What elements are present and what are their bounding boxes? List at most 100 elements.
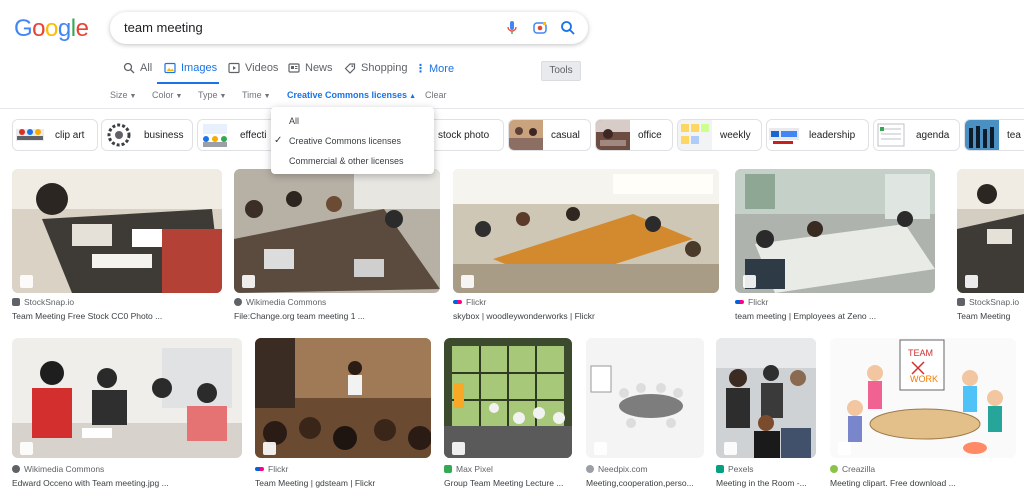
- result-image[interactable]: [12, 338, 242, 458]
- result-image[interactable]: TEAM WORK: [830, 338, 1016, 458]
- chip-team[interactable]: tea: [964, 119, 1024, 151]
- result-image[interactable]: [716, 338, 816, 458]
- image-result[interactable]: Max Pixel Group Team Meeting Lecture ...: [444, 338, 572, 493]
- image-result[interactable]: StockSnap.io Team Meeting: [957, 169, 1024, 324]
- source-label: Flickr: [466, 297, 487, 307]
- tab-label: Videos: [245, 62, 279, 74]
- chip-thumbnail: [678, 120, 712, 150]
- search-input[interactable]: team meeting: [124, 20, 203, 35]
- chip-effective[interactable]: effecti: [197, 119, 279, 151]
- time-filter[interactable]: Time ▼: [242, 90, 271, 100]
- result-title[interactable]: File:Change.org team meeting 1 ...: [234, 311, 440, 321]
- tools-button[interactable]: Tools: [541, 61, 581, 81]
- result-image[interactable]: [12, 169, 222, 293]
- image-result[interactable]: Flickr team meeting | Employees at Zeno …: [735, 169, 945, 324]
- result-title[interactable]: Team Meeting | gdsteam | Flickr: [255, 478, 431, 488]
- image-result[interactable]: Pexels Meeting in the Room -...: [716, 338, 816, 493]
- result-image[interactable]: [234, 169, 440, 293]
- image-badge-icon: [20, 275, 33, 288]
- license-filter[interactable]: Creative Commons licenses ▲: [287, 90, 416, 100]
- result-image[interactable]: [255, 338, 431, 458]
- license-option-commercial[interactable]: Commercial & other licenses: [289, 156, 404, 166]
- color-filter[interactable]: Color ▼: [152, 90, 182, 100]
- filter-label: Size: [110, 90, 128, 100]
- chip-thumbnail: [874, 120, 908, 150]
- google-logo[interactable]: Google: [14, 15, 89, 43]
- filter-label: Creative Commons licenses: [287, 90, 408, 100]
- maxpixel-icon: [444, 465, 452, 473]
- image-result[interactable]: Flickr skybox | woodleywonderworks | Fli…: [453, 169, 719, 324]
- result-source[interactable]: Pexels: [716, 464, 754, 474]
- image-badge-icon: [965, 275, 978, 288]
- tab-all[interactable]: All: [123, 62, 152, 74]
- image-result[interactable]: Flickr Team Meeting | gdsteam | Flickr: [255, 338, 431, 493]
- result-source[interactable]: Flickr: [735, 297, 768, 307]
- camera-icon: [12, 298, 20, 306]
- source-label: Wikimedia Commons: [24, 464, 105, 474]
- caret-up-icon: ▲: [409, 93, 416, 100]
- result-image[interactable]: [586, 338, 704, 458]
- result-source[interactable]: Wikimedia Commons: [12, 464, 104, 474]
- logo-letter: g: [57, 15, 71, 42]
- license-option-all[interactable]: All: [289, 116, 299, 126]
- result-source[interactable]: Wikimedia Commons: [234, 297, 326, 307]
- result-source[interactable]: StockSnap.io: [12, 297, 74, 307]
- result-title[interactable]: skybox | woodleywonderworks | Flickr: [453, 311, 719, 321]
- image-result[interactable]: Wikimedia Commons File:Change.org team m…: [234, 169, 440, 324]
- chip-thumbnail: [509, 120, 543, 150]
- creazilla-icon: [830, 465, 838, 473]
- result-title[interactable]: Group Team Meeting Lecture ...: [444, 478, 572, 488]
- chip-weekly[interactable]: weekly: [677, 119, 762, 151]
- tab-more[interactable]: ⋮ More: [415, 62, 454, 76]
- image-result[interactable]: TEAM WORK Creazilla Meeting clipart. Free…: [830, 338, 1016, 493]
- clear-filter[interactable]: Clear: [425, 90, 447, 100]
- tab-shopping[interactable]: Shopping: [344, 62, 408, 74]
- result-source[interactable]: Needpix.com: [586, 464, 648, 474]
- image-result[interactable]: Needpix.com Meeting,cooperation,perso...: [586, 338, 704, 493]
- result-source[interactable]: Max Pixel: [444, 464, 493, 474]
- result-source[interactable]: Flickr: [453, 297, 486, 307]
- chip-label: agenda: [916, 129, 950, 141]
- chip-agenda[interactable]: agenda: [873, 119, 960, 151]
- result-source[interactable]: StockSnap.io: [957, 297, 1019, 307]
- image-badge-icon: [594, 442, 607, 455]
- result-title[interactable]: Meeting,cooperation,perso...: [586, 478, 704, 488]
- caret-down-icon: ▼: [263, 93, 271, 100]
- chip-label: weekly: [720, 129, 751, 141]
- search-icon[interactable]: [558, 18, 578, 38]
- size-filter[interactable]: Size ▼: [110, 90, 136, 100]
- chip-clip-art[interactable]: clip art: [12, 119, 98, 151]
- chip-label: clip art: [55, 129, 85, 141]
- image-result[interactable]: StockSnap.io Team Meeting Free Stock CC0…: [12, 169, 222, 324]
- tab-images[interactable]: Images: [164, 62, 217, 74]
- license-option-creative-commons[interactable]: Creative Commons licenses: [289, 136, 401, 146]
- tab-news[interactable]: News: [288, 62, 333, 74]
- result-image[interactable]: [453, 169, 719, 293]
- search-box[interactable]: team meeting: [110, 12, 588, 44]
- chip-casual[interactable]: casual: [508, 119, 591, 151]
- microphone-icon[interactable]: [502, 18, 522, 38]
- result-image[interactable]: [444, 338, 572, 458]
- logo-letter: e: [75, 15, 89, 42]
- chip-label: casual: [551, 129, 580, 141]
- tab-videos[interactable]: Videos: [228, 62, 278, 74]
- result-title[interactable]: Meeting in the Room -...: [716, 478, 816, 488]
- chip-label: effecti: [240, 129, 267, 141]
- chip-office[interactable]: office: [595, 119, 673, 151]
- result-title[interactable]: Meeting clipart. Free download ...: [830, 478, 1016, 488]
- lens-icon[interactable]: [530, 18, 550, 38]
- type-filter[interactable]: Type ▼: [198, 90, 226, 100]
- chip-leadership[interactable]: leadership: [766, 119, 869, 151]
- image-result[interactable]: Wikimedia Commons Edward Occeno with Tea…: [12, 338, 242, 493]
- video-icon: [228, 62, 240, 74]
- chip-business[interactable]: business: [101, 119, 193, 151]
- result-source[interactable]: Flickr: [255, 464, 288, 474]
- result-title[interactable]: Team Meeting Free Stock CC0 Photo ...: [12, 311, 222, 321]
- chip-stock-photo[interactable]: stock photo: [434, 119, 504, 151]
- result-title[interactable]: Edward Occeno with Team meeting.jpg ...: [12, 478, 242, 488]
- result-source[interactable]: Creazilla: [830, 464, 875, 474]
- result-title[interactable]: Team Meeting: [957, 311, 1024, 321]
- checkmark-icon: ✓: [274, 135, 283, 146]
- result-image[interactable]: [735, 169, 935, 293]
- result-title[interactable]: team meeting | Employees at Zeno ...: [735, 311, 945, 321]
